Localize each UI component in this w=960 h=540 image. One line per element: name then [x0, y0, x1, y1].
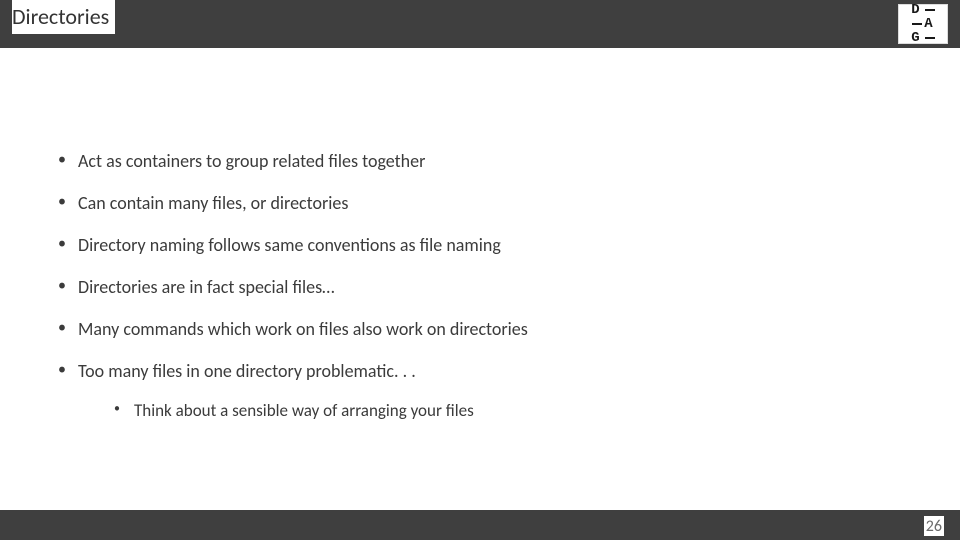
- bullet-text: Many commands which work on files also w…: [78, 318, 528, 340]
- slide-title: Directories: [12, 3, 109, 30]
- list-item: Act as containers to group related files…: [50, 150, 910, 172]
- slide: Directories D A G Act as containers to g…: [0, 0, 960, 540]
- list-item: Can contain many files, or directories: [50, 192, 910, 214]
- content-area: Act as containers to group related files…: [50, 150, 910, 441]
- header-bar: Directories D A G: [0, 0, 960, 48]
- bullet-text: Directories are in fact special files…: [78, 276, 335, 298]
- page-number: 26: [924, 516, 944, 536]
- sub-bullet-list: Think about a sensible way of arranging …: [78, 400, 910, 421]
- bullet-text: Can contain many files, or directories: [78, 192, 348, 214]
- list-item: Too many files in one directory problema…: [50, 360, 910, 421]
- bullet-text: Too many files in one directory problema…: [78, 360, 416, 382]
- title-block: Directories: [12, 0, 115, 34]
- bullet-list: Act as containers to group related files…: [50, 150, 910, 421]
- list-item: Directory naming follows same convention…: [50, 234, 910, 256]
- bullet-text: Directory naming follows same convention…: [78, 234, 501, 256]
- list-item: Think about a sensible way of arranging …: [78, 400, 910, 421]
- footer-bar: [0, 510, 960, 540]
- bullet-text: Think about a sensible way of arranging …: [134, 400, 474, 421]
- bullet-text: Act as containers to group related files…: [78, 150, 425, 172]
- list-item: Directories are in fact special files…: [50, 276, 910, 298]
- brand-logo: D A G: [898, 4, 948, 44]
- list-item: Many commands which work on files also w…: [50, 318, 910, 340]
